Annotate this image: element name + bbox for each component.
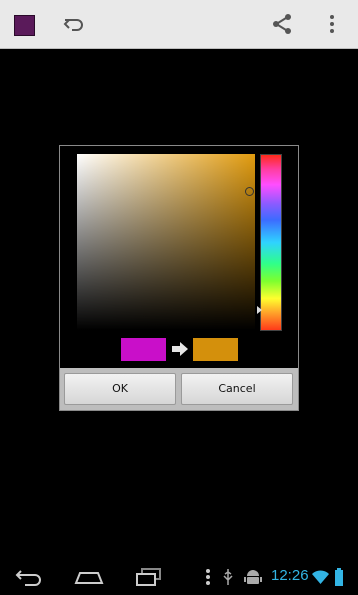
hue-marker[interactable] (257, 306, 262, 314)
new-color-swatch (193, 338, 238, 361)
recent-apps-icon[interactable] (134, 567, 164, 587)
share-icon[interactable] (270, 12, 294, 36)
clock-time: 12:26 (271, 567, 309, 584)
overflow-menu-icon[interactable] (320, 12, 344, 36)
hue-slider[interactable] (260, 154, 282, 331)
android-debug-icon (244, 570, 262, 584)
arrow-right-icon (172, 342, 188, 356)
current-color-swatch[interactable] (14, 15, 35, 36)
action-bar (0, 0, 358, 49)
menu-dots-icon[interactable] (205, 568, 211, 586)
system-nav-bar: 12:26 (0, 560, 358, 595)
battery-icon (335, 568, 343, 586)
home-icon[interactable] (74, 567, 104, 587)
saturation-value-square[interactable] (77, 154, 255, 330)
old-color-swatch (121, 338, 166, 361)
usb-icon (223, 569, 233, 585)
undo-icon[interactable] (62, 12, 86, 36)
ok-button[interactable]: OK (64, 373, 176, 405)
cancel-button[interactable]: Cancel (181, 373, 293, 405)
sv-cursor[interactable] (245, 187, 254, 196)
wifi-icon (312, 570, 329, 584)
color-picker-dialog: OK Cancel (59, 145, 299, 411)
dialog-button-bar: OK Cancel (60, 368, 298, 410)
back-icon[interactable] (15, 567, 43, 587)
